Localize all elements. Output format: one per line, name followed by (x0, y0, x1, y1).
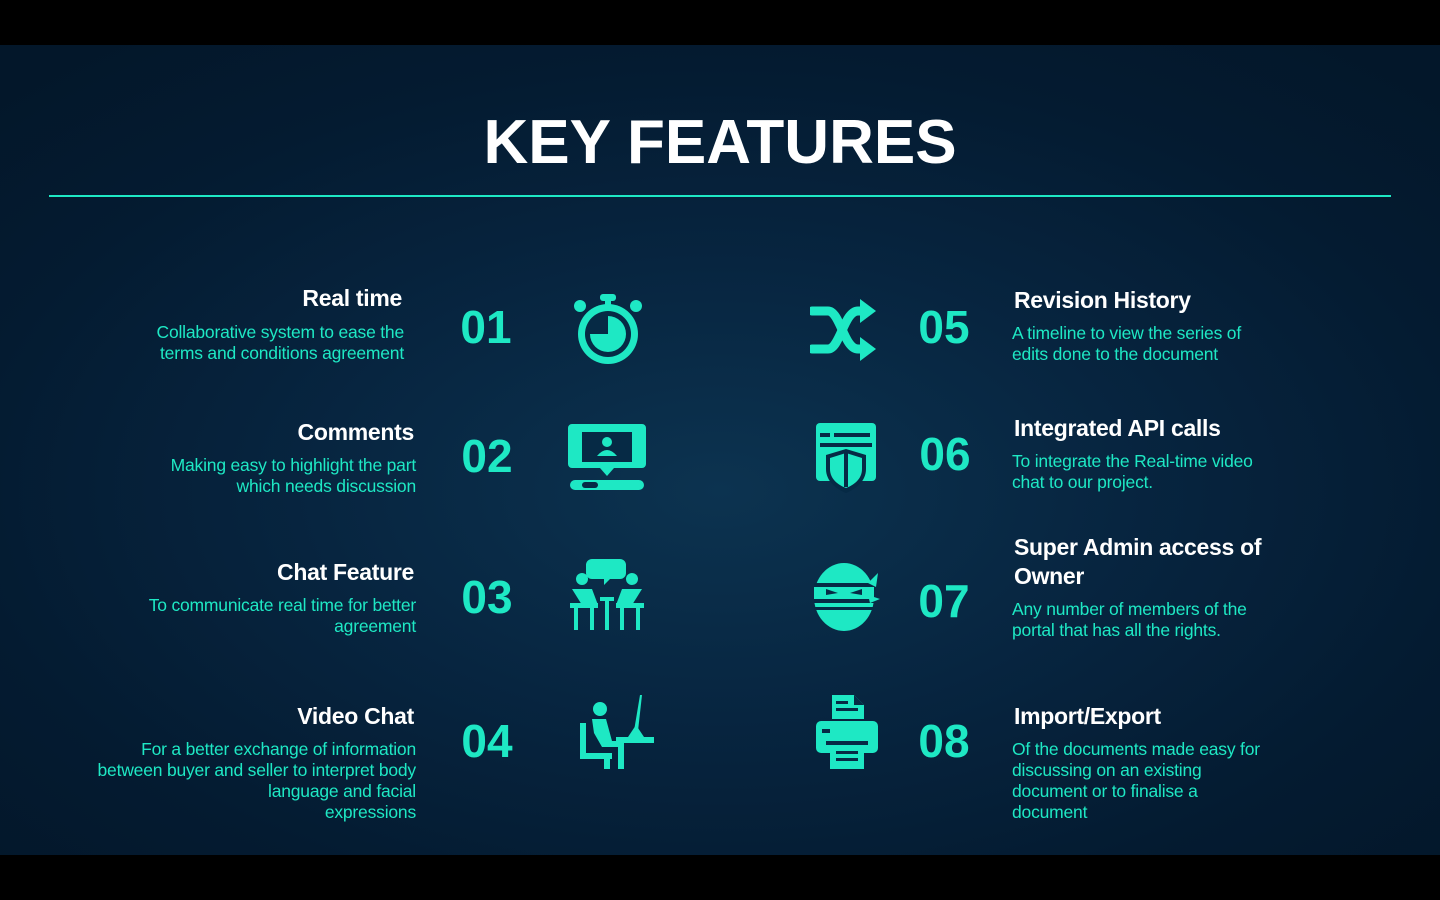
feature-desc-line: portal that has all the rights. (1012, 620, 1221, 640)
feature-desc-line: To integrate the Real-time video (1012, 451, 1253, 471)
feature-number: 05 (918, 301, 970, 353)
feature-desc-line: between buyer and seller to interpret bo… (97, 760, 417, 780)
feature-desc: For a better exchange of information bet… (36, 739, 417, 823)
feature-desc-line: Making easy to highlight the part (170, 455, 417, 475)
slide: KEY FEATURES Real time Collaborative sys… (0, 45, 1440, 855)
feature-desc: Making easy to highlight the part which … (66, 455, 417, 497)
comment-monitor-icon (568, 420, 646, 492)
letterbox-top (0, 0, 1440, 45)
feature-number: 04 (461, 715, 513, 767)
feature-desc-line: A timeline to view the series of (1012, 323, 1241, 343)
feature-desc-line: document or to finalise a (1012, 781, 1198, 801)
feature-desc-line: expressions (324, 802, 416, 822)
person-at-desk-icon (578, 693, 656, 771)
feature-title-line: Owner (1014, 563, 1085, 589)
feature-title: Comments (297, 419, 415, 445)
feature-desc-line: To communicate real time for better (148, 595, 416, 615)
feature-desc-line: Any number of members of the (1012, 599, 1247, 619)
feature-desc-line: discussing on an existing (1012, 760, 1202, 780)
feature-desc-line: document (1012, 802, 1088, 822)
feature-desc-line: chat to our project. (1012, 472, 1153, 492)
feature-number: 03 (461, 571, 513, 623)
feature-desc-line: For a better exchange of information (141, 739, 416, 759)
stopwatch-icon (572, 292, 644, 366)
feature-desc: Of the documents made easy for discussin… (1012, 739, 1342, 823)
feature-title: Video Chat (297, 703, 414, 729)
people-chat-icon (568, 557, 648, 633)
feature-title-line: Super Admin access of (1014, 534, 1262, 560)
feature-title: Import/Export (1014, 703, 1161, 729)
feature-desc-line: Of the documents made easy for (1012, 739, 1260, 759)
feature-title: Super Admin access of Owner (1014, 533, 1344, 591)
feature-desc-line: agreement (334, 616, 416, 636)
feature-number: 06 (919, 428, 971, 480)
feature-desc: To communicate real time for better agre… (66, 595, 416, 637)
feature-title: Integrated API calls (1014, 415, 1221, 441)
feature-title: Revision History (1014, 287, 1191, 313)
feature-desc: Collaborative system to ease the terms a… (104, 322, 405, 364)
ninja-icon (812, 559, 880, 633)
feature-desc: A timeline to view the series of edits d… (1012, 323, 1342, 365)
feature-number: 01 (460, 301, 512, 353)
feature-desc-line: Collaborative system to ease the (156, 322, 405, 342)
feature-title: Chat Feature (277, 559, 414, 585)
feature-desc-line: language and facial (268, 781, 416, 801)
feature-title: Real time (302, 285, 402, 311)
feature-desc-line: terms and conditions agreement (160, 343, 404, 363)
feature-number: 07 (918, 575, 970, 627)
feature-desc: Any number of members of the portal that… (1012, 599, 1342, 641)
feature-desc-line: edits done to the document (1012, 344, 1218, 364)
browser-shield-icon (814, 421, 878, 493)
feature-desc-line: which needs discussion (236, 476, 417, 496)
feature-desc: To integrate the Real-time video chat to… (1012, 451, 1342, 493)
shuffle-icon (810, 297, 876, 363)
slide-title: KEY FEATURES (483, 108, 957, 177)
printer-icon (814, 693, 880, 771)
feature-number: 02 (461, 430, 513, 482)
letterbox-bottom (0, 855, 1440, 900)
feature-number: 08 (918, 715, 970, 767)
title-divider (49, 195, 1391, 197)
